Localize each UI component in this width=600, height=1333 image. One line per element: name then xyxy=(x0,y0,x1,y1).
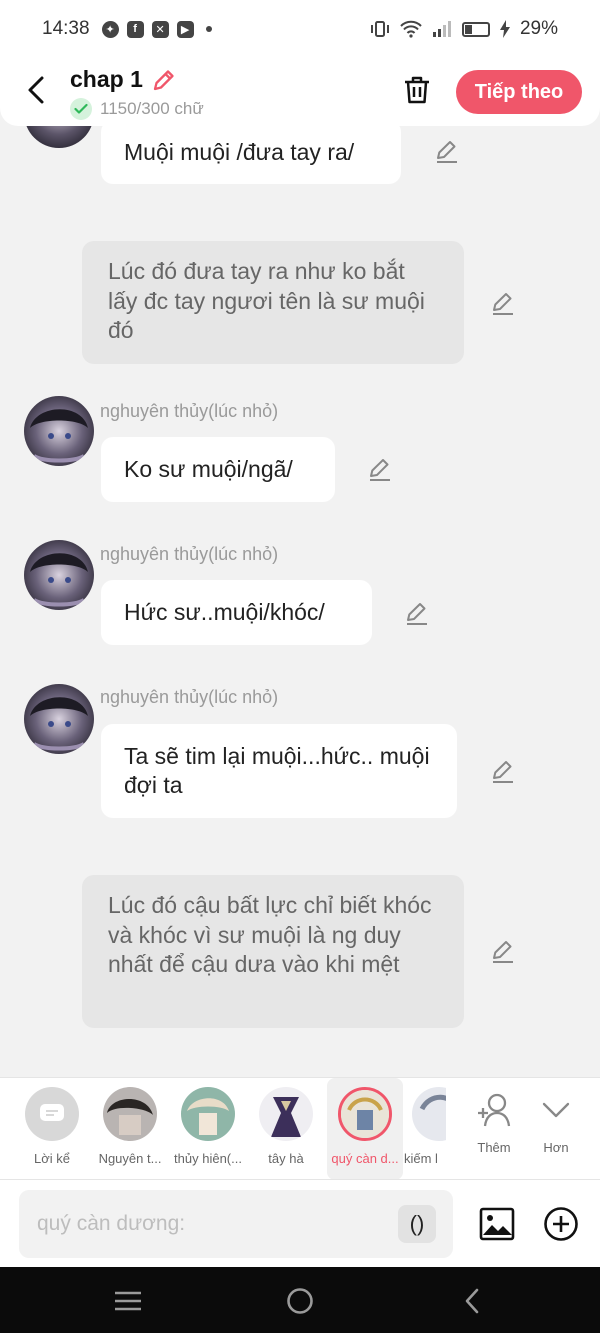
character-avatar xyxy=(338,1087,392,1141)
edit-icon[interactable] xyxy=(404,600,430,626)
editor-header: chap 1 1150/300 chữ Tiếp theo xyxy=(0,58,600,126)
character-label: kiếm l xyxy=(404,1151,438,1166)
character-avatar[interactable] xyxy=(24,540,94,610)
expand-button[interactable]: Hơn xyxy=(524,1078,588,1180)
dialogue-text: Ta sẽ tim lại muội...hức.. muội đợi ta xyxy=(124,743,430,798)
notification-dot-icon xyxy=(205,26,212,32)
character-avatar xyxy=(103,1087,157,1141)
edit-icon[interactable] xyxy=(490,290,516,316)
system-nav-bar xyxy=(0,1267,600,1333)
character-selector: Lời kể Nguyên t... thủy hiên(... tây hà … xyxy=(0,1077,600,1180)
recent-apps-button[interactable] xyxy=(108,1281,148,1321)
edit-icon[interactable] xyxy=(434,138,460,164)
chevron-left-icon xyxy=(465,1288,479,1314)
narration-bubble[interactable]: Lúc đó cậu bất lực chỉ biết khóc và khóc… xyxy=(82,875,464,1028)
chapter-title: chap 1 xyxy=(70,66,143,92)
message-input[interactable]: quý càn dương: xyxy=(19,1190,453,1258)
chevron-left-icon xyxy=(28,76,44,104)
narration-text: Lúc đó đưa tay ra như ko bắt lấy đc tay … xyxy=(108,258,425,343)
character-avatar xyxy=(412,1087,446,1141)
character-avatar xyxy=(181,1087,235,1141)
charging-icon xyxy=(499,20,510,38)
chevron-down-icon xyxy=(542,1102,570,1118)
character-option[interactable]: kiếm l xyxy=(404,1078,446,1180)
word-count: 1150/300 chữ xyxy=(100,99,204,118)
vibrate-icon xyxy=(370,21,389,37)
dialogue-text: Muội muội /đưa tay ra/ xyxy=(124,138,355,165)
edit-icon[interactable] xyxy=(490,758,516,784)
home-circle-icon xyxy=(287,1288,313,1314)
input-bar: quý càn dương: () xyxy=(0,1179,600,1267)
character-option[interactable]: tây hà xyxy=(246,1078,326,1180)
add-button[interactable] xyxy=(542,1205,580,1243)
edit-icon[interactable] xyxy=(490,938,516,964)
character-label: Lời kể xyxy=(34,1151,70,1166)
narrator-icon xyxy=(40,1104,64,1121)
chapter-title-row[interactable]: chap 1 xyxy=(70,66,177,93)
add-character-label: Thêm xyxy=(477,1140,511,1155)
capcut-icon: ✕ xyxy=(151,20,169,38)
character-name: nghuyên thủy(lúc nhỏ) xyxy=(100,687,279,707)
character-option[interactable]: thủy hiên(... xyxy=(168,1078,248,1180)
battery-percent: 29% xyxy=(519,18,558,39)
add-person-icon xyxy=(478,1093,511,1127)
character-avatar[interactable] xyxy=(24,684,94,754)
youtube-icon: ▶ xyxy=(176,20,194,38)
plus-circle-icon xyxy=(544,1207,578,1241)
character-name: nghuyên thủy(lúc nhỏ) xyxy=(100,544,279,564)
character-label: quý càn d... xyxy=(331,1151,399,1166)
dialogue-bubble[interactable]: Muội muội /đưa tay ra/ xyxy=(101,120,401,184)
narrator-avatar xyxy=(25,1087,79,1141)
word-count-row: 1150/300 chữ xyxy=(70,98,204,120)
dialogue-text: Hức sư..muội/khóc/ xyxy=(124,599,325,625)
narration-text: Lúc đó cậu bất lực chỉ biết khóc và khóc… xyxy=(108,892,432,977)
insert-image-button[interactable] xyxy=(478,1205,516,1243)
action-paren-button[interactable]: () xyxy=(398,1205,436,1243)
facebook-icon: f xyxy=(126,20,144,38)
back-button[interactable] xyxy=(18,72,54,108)
character-avatar[interactable] xyxy=(24,396,94,466)
next-button[interactable]: Tiếp theo xyxy=(456,70,582,114)
character-option[interactable]: Nguyên t... xyxy=(90,1078,170,1180)
edit-icon[interactable] xyxy=(367,456,393,482)
signal-icon xyxy=(432,21,451,37)
dialogue-bubble[interactable]: Ta sẽ tim lại muội...hức.. muội đợi ta xyxy=(101,724,457,818)
status-bar: 14:38 ✦ f ✕ ▶ 29% xyxy=(0,0,600,58)
dialogue-bubble[interactable]: Ko sư muội/ngã/ xyxy=(101,437,335,502)
character-label: thủy hiên(... xyxy=(174,1151,242,1166)
dialogue-bubble[interactable]: Hức sư..muội/khóc/ xyxy=(101,580,372,645)
check-icon xyxy=(70,98,92,120)
narration-bubble[interactable]: Lúc đó đưa tay ra như ko bắt lấy đc tay … xyxy=(82,241,464,364)
battery-icon xyxy=(461,21,490,37)
pencil-icon xyxy=(153,69,174,90)
status-time: 14:38 xyxy=(42,18,90,39)
add-character-button[interactable]: Thêm xyxy=(462,1078,526,1180)
character-label: Nguyên t... xyxy=(98,1151,162,1166)
delete-button[interactable] xyxy=(400,72,434,108)
chat-area[interactable]: Muội muội /đưa tay ra/ Lúc đó đưa tay ra… xyxy=(0,112,600,1076)
image-icon xyxy=(479,1207,515,1241)
wifi-icon xyxy=(400,20,422,38)
home-button[interactable] xyxy=(280,1281,320,1321)
character-name: nghuyên thủy(lúc nhỏ) xyxy=(100,401,279,421)
status-app-icons: ✦ f ✕ ▶ xyxy=(101,20,212,38)
status-right: 29% xyxy=(370,18,558,40)
character-option-selected[interactable]: quý càn d... xyxy=(327,1078,403,1180)
character-avatar xyxy=(259,1087,313,1141)
menu-icon xyxy=(115,1291,141,1311)
character-option[interactable]: Lời kể xyxy=(12,1078,92,1180)
messenger-icon: ✦ xyxy=(101,20,119,38)
character-label: tây hà xyxy=(268,1151,304,1166)
system-back-button[interactable] xyxy=(452,1281,492,1321)
trash-icon xyxy=(405,76,429,104)
expand-label: Hơn xyxy=(543,1140,569,1155)
dialogue-text: Ko sư muội/ngã/ xyxy=(124,456,293,482)
